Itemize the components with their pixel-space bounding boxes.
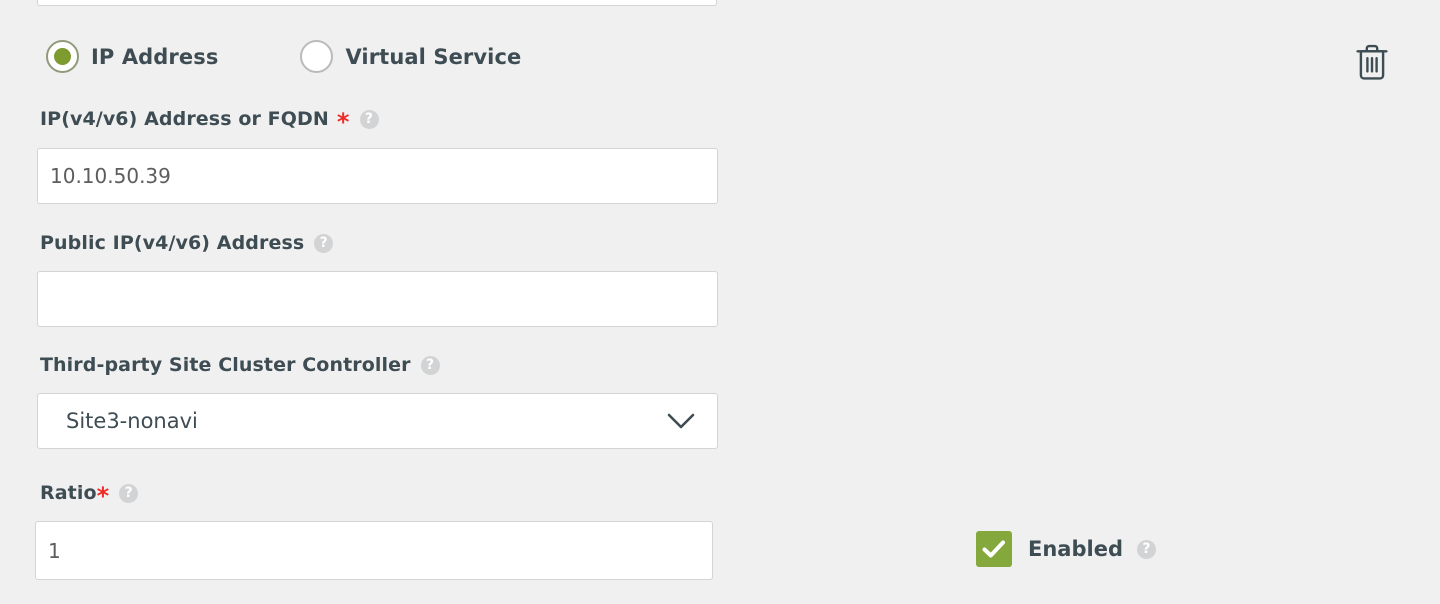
required-indicator-ip-address: * xyxy=(336,108,350,136)
clipped-top-input[interactable]: ···· xyxy=(37,0,717,6)
label-ratio-text: Ratio xyxy=(40,482,97,504)
enabled-toggle-group: Enabled ? xyxy=(976,531,1156,567)
site-cluster-controller-select[interactable]: Site3-nonavi xyxy=(37,393,718,449)
help-icon-public-ip[interactable]: ? xyxy=(314,233,334,253)
help-icon-enabled[interactable]: ? xyxy=(1136,539,1156,559)
radio-option-virtual-service[interactable]: Virtual Service xyxy=(300,40,521,73)
enabled-checkbox[interactable] xyxy=(976,531,1012,567)
label-public-ip: Public IP(v4/v6) Address ? xyxy=(40,232,334,254)
delete-server-button[interactable] xyxy=(1352,40,1392,84)
trash-icon xyxy=(1356,44,1388,80)
radio-selected-icon[interactable] xyxy=(46,40,79,73)
radio-dot-icon xyxy=(54,48,71,65)
checkmark-icon xyxy=(982,540,1005,558)
radio-unselected-icon[interactable] xyxy=(300,40,334,73)
label-ip-address-text: IP(v4/v6) Address or FQDN xyxy=(40,108,329,130)
enabled-label: Enabled xyxy=(1028,537,1123,561)
label-ip-address: IP(v4/v6) Address or FQDN * ? xyxy=(40,107,379,136)
label-ratio: Ratio * ? xyxy=(40,481,139,510)
radio-option-ip-address[interactable]: IP Address xyxy=(46,40,218,73)
public-ip-input[interactable] xyxy=(37,271,718,327)
required-indicator-ratio: * xyxy=(96,482,110,510)
ip-address-input[interactable] xyxy=(37,148,718,204)
radio-label-virtual-service: Virtual Service xyxy=(345,44,522,69)
site-cluster-controller-selected-value: Site3-nonavi xyxy=(66,409,198,433)
server-type-radio-group: IP Address Virtual Service xyxy=(46,40,521,73)
ratio-input[interactable] xyxy=(35,521,713,580)
help-icon-ratio[interactable]: ? xyxy=(119,483,139,503)
label-public-ip-text: Public IP(v4/v6) Address xyxy=(40,232,305,254)
label-site-cluster-controller-text: Third-party Site Cluster Controller xyxy=(40,354,411,376)
clipped-top-overflow-marker: ···· xyxy=(677,0,704,6)
help-icon-site-cluster-controller[interactable]: ? xyxy=(420,355,440,375)
chevron-down-icon[interactable] xyxy=(667,413,695,430)
label-site-cluster-controller: Third-party Site Cluster Controller ? xyxy=(40,354,440,376)
help-icon-ip-address[interactable]: ? xyxy=(359,109,379,129)
radio-label-ip-address: IP Address xyxy=(91,44,219,69)
